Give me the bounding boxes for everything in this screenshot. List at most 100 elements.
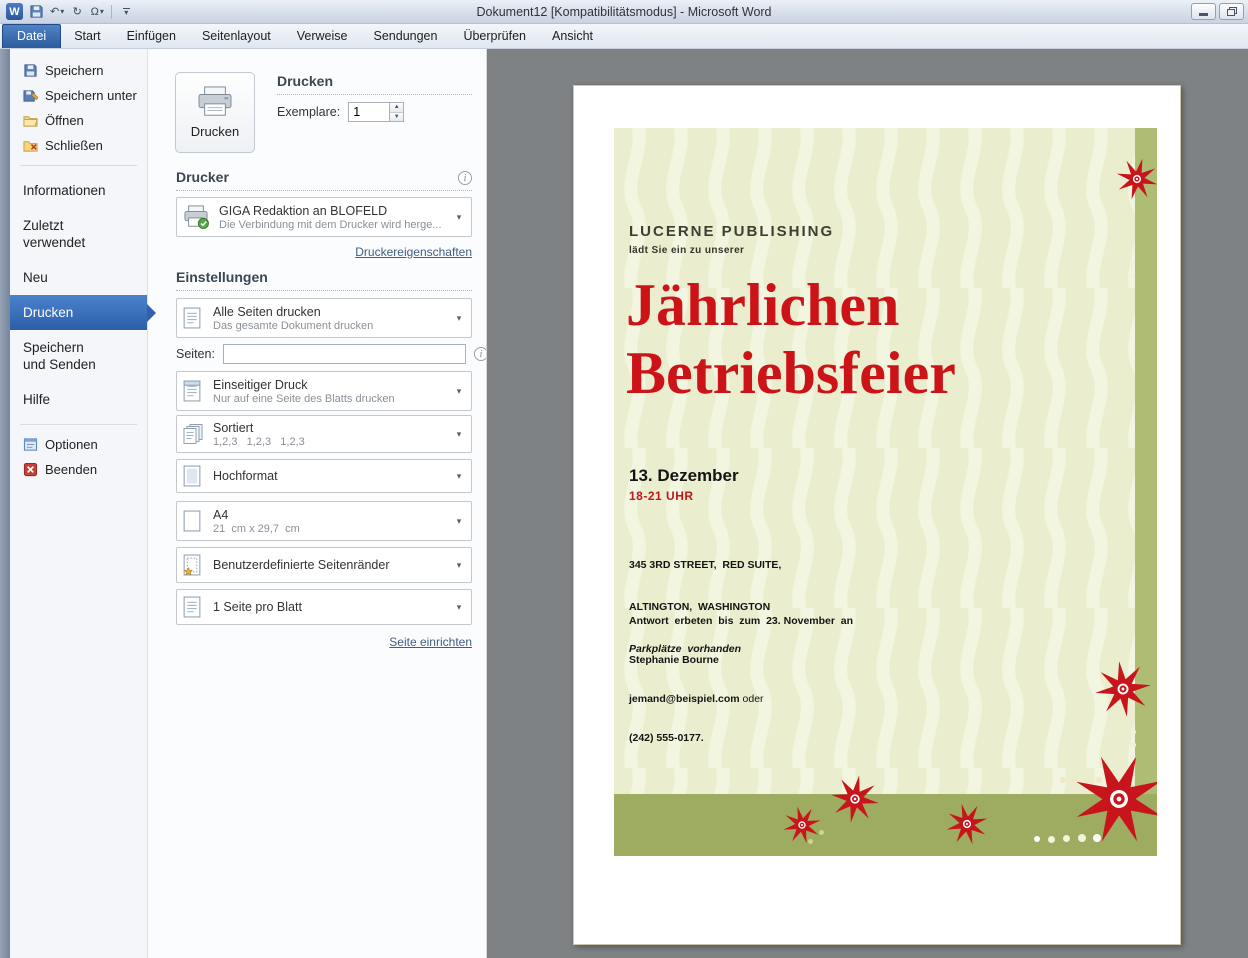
print-button-label: Drucken bbox=[191, 124, 239, 139]
sidebar-item-neu[interactable]: Neu bbox=[10, 260, 147, 295]
sidebar-separator bbox=[20, 424, 137, 425]
dropdown-title: A4 bbox=[213, 508, 451, 522]
flyer-rsvp-email-suffix: oder bbox=[740, 693, 764, 705]
section-title: Drucken bbox=[277, 73, 333, 89]
duplex-dropdown[interactable]: Einseitiger Druck Nur auf eine Seite des… bbox=[176, 371, 472, 411]
sidebar-item-drucken[interactable]: Drucken bbox=[10, 295, 147, 330]
insert-symbol-button[interactable]: Ω ▾ bbox=[88, 3, 106, 21]
chevron-down-icon: ▾ bbox=[451, 212, 467, 223]
printer-dropdown[interactable]: GIGA Redaktion an BLOFELD Die Verbindung… bbox=[176, 197, 472, 237]
flyer-rsvp-email: jemand@beispiel.com bbox=[629, 693, 740, 705]
tab-ueberpruefen[interactable]: Überprüfen bbox=[450, 25, 539, 48]
print-section-heading: Drucken bbox=[277, 73, 472, 95]
printer-properties-link[interactable]: Druckereigenschaften bbox=[355, 245, 472, 259]
print-preview-area: LUCERNE PUBLISHING lädt Sie ein zu unser… bbox=[486, 49, 1248, 958]
copies-spinner: ▲ ▼ bbox=[348, 102, 404, 122]
portrait-orientation-icon bbox=[183, 465, 213, 487]
dropdown-title: Sortiert bbox=[213, 421, 451, 435]
sidebar-item-speichern[interactable]: Speichern bbox=[10, 58, 147, 83]
print-button[interactable]: Drucken bbox=[175, 72, 255, 153]
collated-pages-icon bbox=[183, 423, 213, 445]
redo-button[interactable]: ↻ bbox=[68, 3, 86, 21]
margins-dropdown[interactable]: Benutzerdefinierte Seitenränder ▾ bbox=[176, 547, 472, 583]
flyer-artwork: LUCERNE PUBLISHING lädt Sie ein zu unser… bbox=[614, 128, 1157, 856]
tab-einfuegen[interactable]: Einfügen bbox=[114, 25, 189, 48]
undo-icon: ↶ bbox=[50, 5, 59, 18]
paper-size-dropdown[interactable]: A4 21 cm x 29,7 cm ▾ bbox=[176, 501, 472, 541]
minimize-icon bbox=[1199, 13, 1208, 16]
sidebar-item-label: Informationen bbox=[23, 183, 106, 198]
flyer-address-line1: 345 3RD STREET, RED SUITE, bbox=[629, 558, 781, 572]
sidebar-item-label: Öffnen bbox=[45, 113, 84, 128]
sidebar-item-beenden[interactable]: Beenden bbox=[10, 457, 147, 482]
sidebar-item-hilfe[interactable]: Hilfe bbox=[10, 382, 147, 417]
sidebar-item-zuletzt-verwendet[interactable]: Zuletzt verwendet bbox=[10, 208, 120, 260]
sidebar-item-speichern-unter[interactable]: Speichern unter bbox=[10, 83, 147, 108]
section-title: Einstellungen bbox=[176, 269, 268, 285]
undo-button[interactable]: ↶ ▾ bbox=[48, 3, 66, 21]
sidebar-item-speichern-und-senden[interactable]: Speichern und Senden bbox=[10, 330, 120, 382]
spin-down-button[interactable]: ▼ bbox=[390, 112, 403, 122]
chevron-down-icon: ▾ bbox=[451, 560, 467, 571]
tab-ansicht[interactable]: Ansicht bbox=[539, 25, 606, 48]
chevron-down-icon: ▾ bbox=[451, 516, 467, 527]
save-button[interactable] bbox=[27, 3, 46, 21]
printer-device-icon bbox=[183, 205, 219, 229]
sidebar-item-label: Speichern bbox=[45, 63, 104, 78]
spin-up-button[interactable]: ▲ bbox=[390, 103, 403, 112]
printer-name: GIGA Redaktion an BLOFELD bbox=[219, 204, 451, 218]
flyer-tagline: lädt Sie ein zu unserer bbox=[629, 245, 744, 256]
page-setup-link[interactable]: Seite einrichten bbox=[389, 635, 472, 649]
dropdown-subtitle: Das gesamte Dokument drucken bbox=[213, 320, 451, 332]
info-icon[interactable]: i bbox=[458, 171, 472, 185]
minimize-button[interactable] bbox=[1191, 3, 1216, 20]
pages-input[interactable] bbox=[223, 344, 466, 364]
backstage-view: Speichern Speichern unter Öffnen bbox=[0, 49, 1248, 958]
pages-per-sheet-dropdown[interactable]: 1 Seite pro Blatt ▾ bbox=[176, 589, 472, 625]
settings-section-heading: Einstellungen bbox=[176, 269, 472, 291]
sidebar-item-schliessen[interactable]: Schließen bbox=[10, 133, 147, 158]
sidebar-item-label: Optionen bbox=[45, 437, 98, 452]
flyer-title-line1: Jährlichen bbox=[626, 271, 956, 339]
open-folder-icon bbox=[23, 113, 38, 128]
sidebar-item-oeffnen[interactable]: Öffnen bbox=[10, 108, 147, 133]
sidebar-item-label: Beenden bbox=[45, 462, 97, 477]
flyer-date: 13. Dezember bbox=[629, 466, 739, 486]
collation-dropdown[interactable]: Sortiert 1,2,3 1,2,3 1,2,3 ▾ bbox=[176, 415, 472, 453]
one-sided-print-icon bbox=[183, 380, 213, 402]
pages-row: Seiten: i bbox=[176, 344, 488, 364]
restore-button[interactable] bbox=[1219, 3, 1244, 20]
print-preview-page: LUCERNE PUBLISHING lädt Sie ein zu unser… bbox=[573, 85, 1181, 945]
word-app-icon[interactable]: W bbox=[6, 3, 23, 20]
flyer-time: 18-21 UHR bbox=[629, 489, 694, 503]
poinsettia-flower-icon bbox=[1091, 657, 1154, 720]
save-icon bbox=[29, 4, 44, 19]
chevron-down-icon: ▾ bbox=[451, 471, 467, 482]
omega-icon: Ω bbox=[91, 6, 99, 18]
toolbar-separator bbox=[111, 5, 112, 19]
dropdown-title: Hochformat bbox=[213, 469, 451, 483]
dropdown-title: Einseitiger Druck bbox=[213, 378, 451, 392]
sidebar-item-label: Speichern unter bbox=[45, 88, 137, 103]
ribbon-tab-bar: Datei Start Einfügen Seitenlayout Verwei… bbox=[0, 24, 1248, 49]
sidebar-item-label: Hilfe bbox=[23, 392, 50, 407]
restore-icon bbox=[1227, 7, 1237, 16]
tab-datei[interactable]: Datei bbox=[2, 24, 61, 48]
sidebar-item-optionen[interactable]: Optionen bbox=[10, 432, 147, 457]
sidebar-item-label: Neu bbox=[23, 270, 48, 285]
page-setup-row: Seite einrichten bbox=[176, 633, 472, 651]
tab-seitenlayout[interactable]: Seitenlayout bbox=[189, 25, 284, 48]
tab-start[interactable]: Start bbox=[61, 25, 113, 48]
orientation-dropdown[interactable]: Hochformat ▾ bbox=[176, 459, 472, 493]
sidebar-item-informationen[interactable]: Informationen bbox=[10, 173, 147, 208]
copies-input[interactable] bbox=[348, 102, 390, 122]
window-title: Dokument12 [Kompatibilitätsmodus] - Micr… bbox=[0, 5, 1248, 19]
backstage-sidebar: Speichern Speichern unter Öffnen bbox=[10, 49, 148, 958]
customize-qat-button[interactable]: ▾ bbox=[117, 3, 135, 21]
copies-label: Exemplare: bbox=[277, 105, 340, 119]
tab-sendungen[interactable]: Sendungen bbox=[361, 25, 451, 48]
flyer-title: Jährlichen Betriebsfeier bbox=[626, 271, 956, 407]
tab-verweise[interactable]: Verweise bbox=[284, 25, 361, 48]
print-range-dropdown[interactable]: Alle Seiten drucken Das gesamte Dokument… bbox=[176, 298, 472, 338]
section-title: Drucker bbox=[176, 169, 229, 185]
